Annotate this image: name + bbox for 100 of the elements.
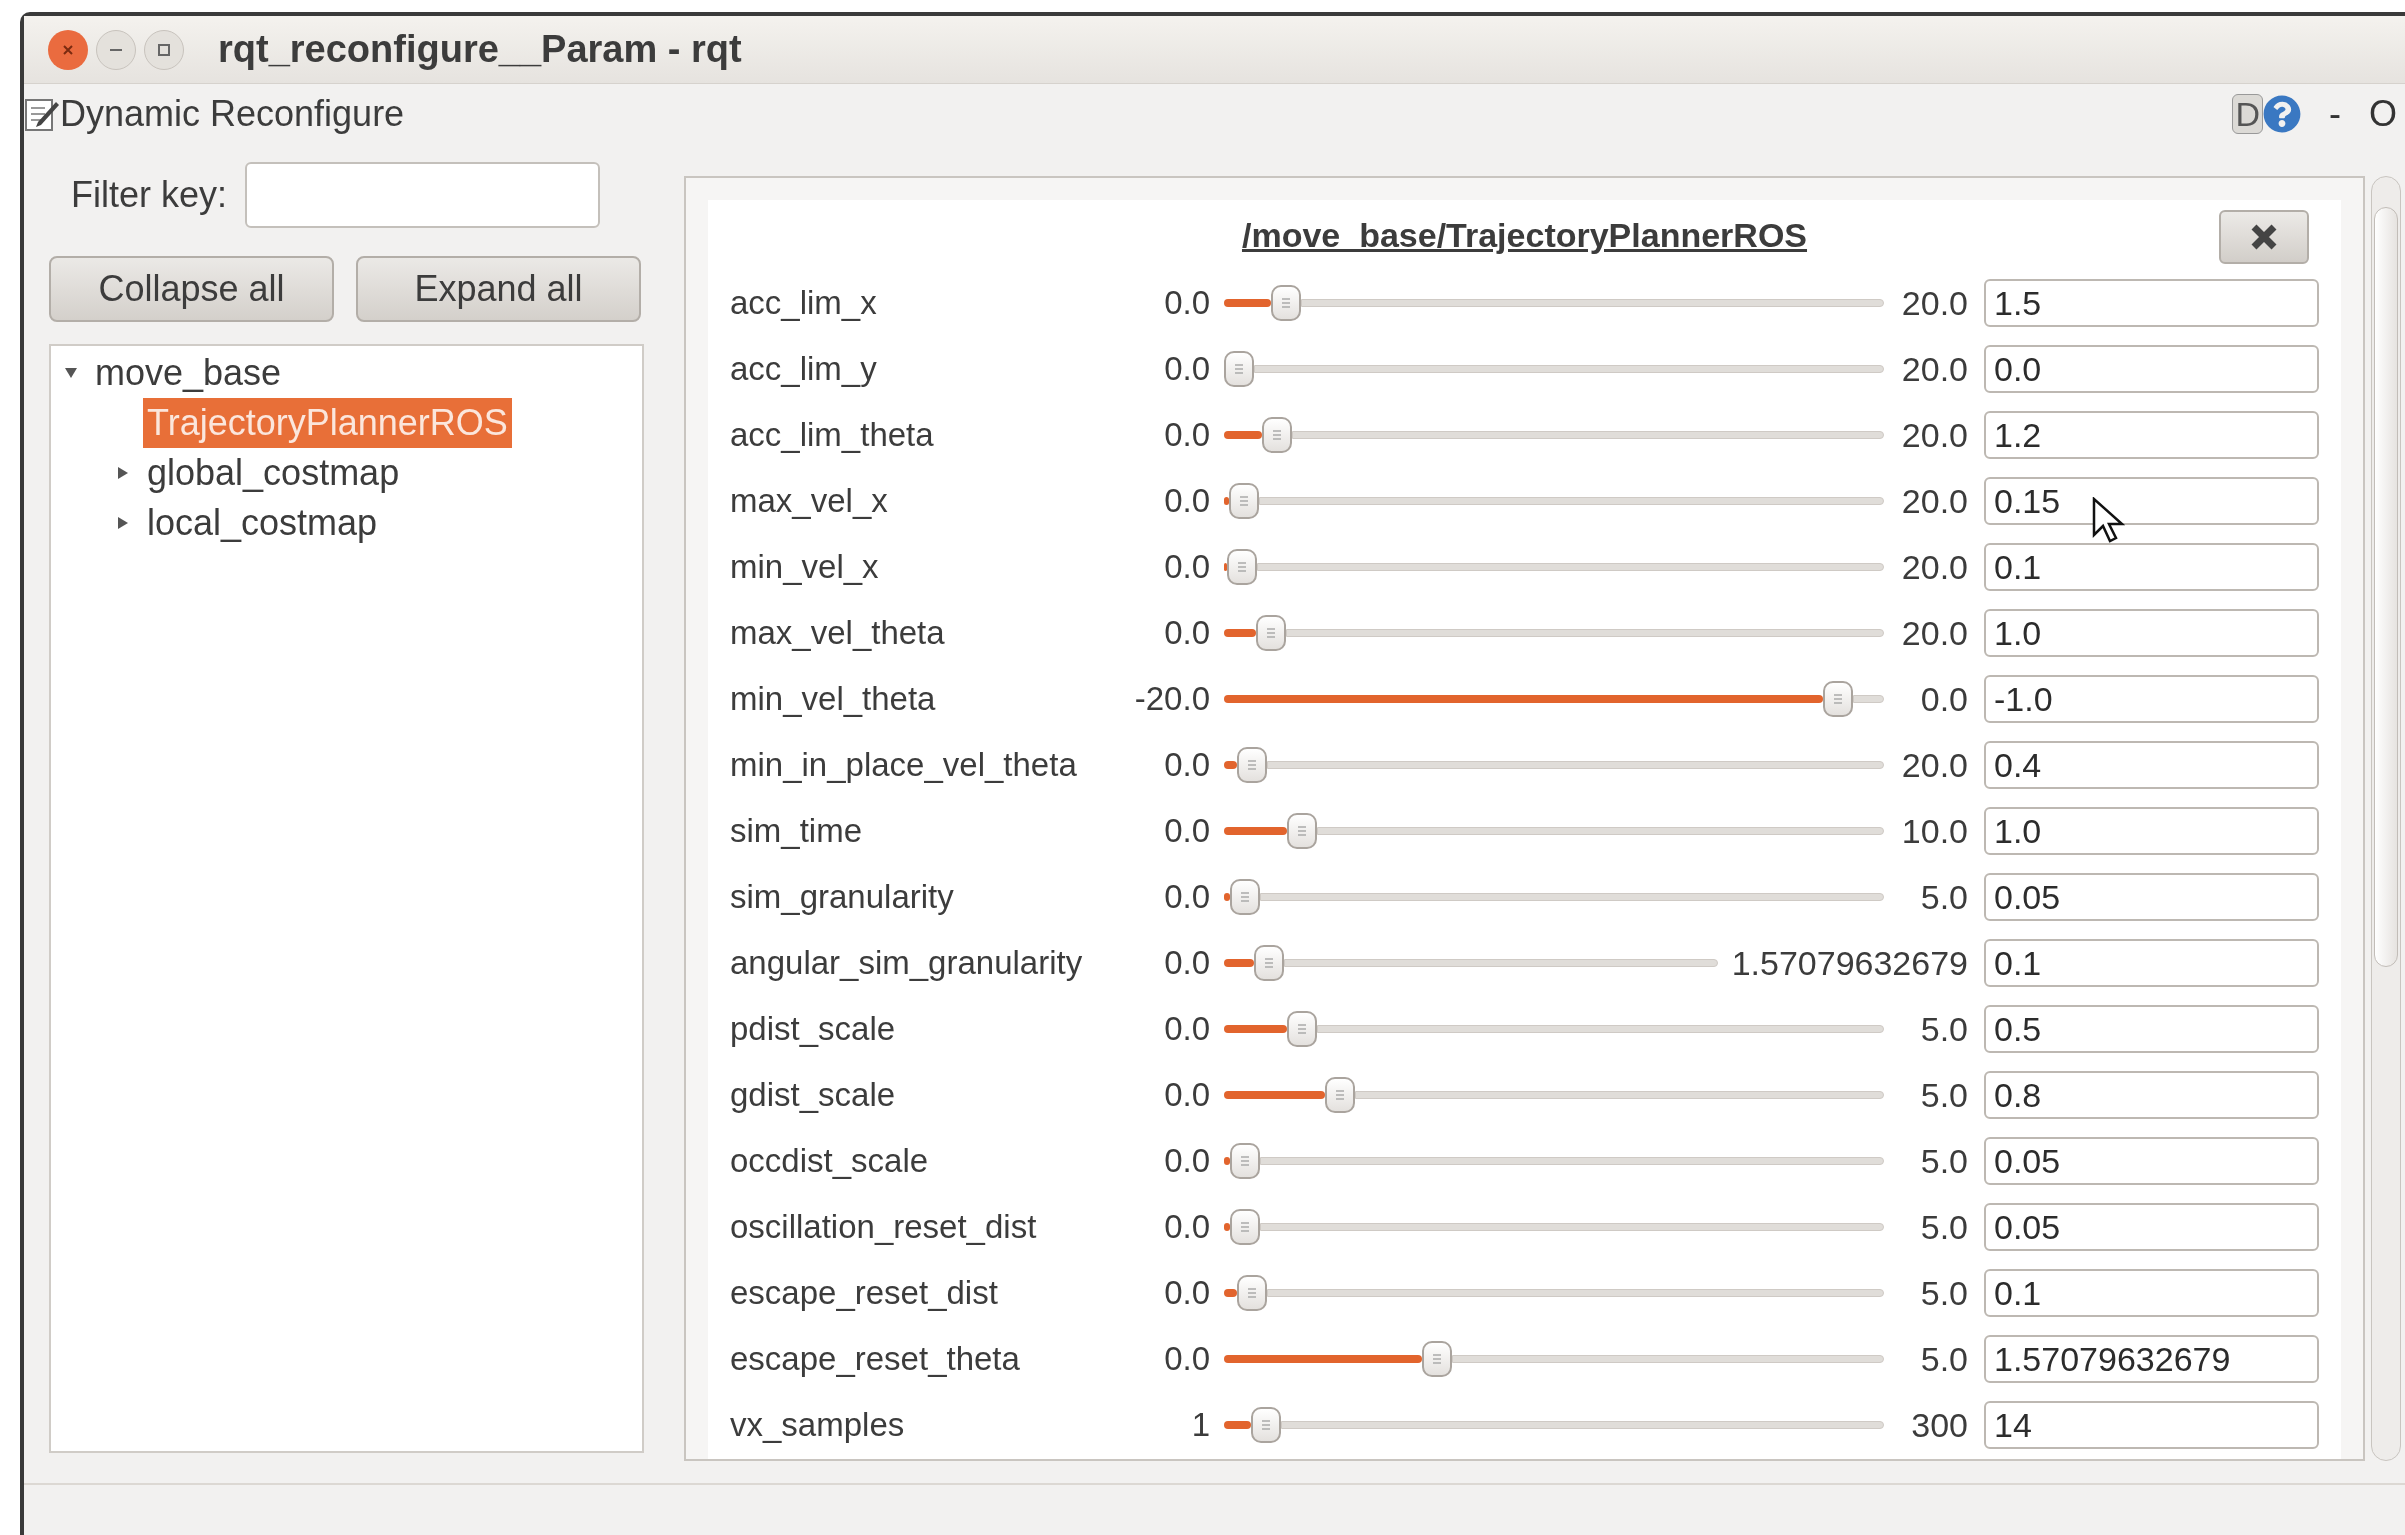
value-input[interactable]: 1.0 — [1984, 609, 2319, 657]
slider[interactable] — [1224, 547, 1884, 587]
slider-handle[interactable] — [1271, 285, 1302, 321]
value-input[interactable]: 0.1 — [1984, 939, 2319, 987]
parameter-name: acc_lim_x — [730, 283, 877, 324]
value-input[interactable]: 0.1 — [1984, 543, 2319, 591]
slider-handle[interactable] — [1230, 1143, 1261, 1179]
value-input[interactable]: 0.05 — [1984, 1203, 2319, 1251]
value-input[interactable]: 1.0 — [1984, 807, 2319, 855]
value-input[interactable]: 14 — [1984, 1401, 2319, 1449]
float-plugin-button[interactable]: O — [2369, 87, 2397, 141]
value-input[interactable]: 0.15 — [1984, 477, 2319, 525]
max-value: 0.0 — [1919, 678, 1968, 720]
slider[interactable] — [1224, 1339, 1884, 1379]
tree-item[interactable]: local_costmap — [143, 498, 382, 548]
parameter-name: angular_sim_granularity — [730, 943, 1083, 984]
group-title[interactable]: /move_base/TrajectoryPlannerROS — [1241, 209, 1807, 261]
value-input[interactable]: 0.0 — [1984, 345, 2319, 393]
value-input[interactable]: -1.0 — [1984, 675, 2319, 723]
parameter-name: sim_time — [730, 811, 863, 852]
slider-fill — [1224, 497, 1229, 505]
slider-handle[interactable] — [1822, 681, 1853, 717]
slider-fill — [1224, 299, 1272, 307]
slider-handle[interactable] — [1230, 1209, 1261, 1245]
value-input[interactable]: 1.57079632679 — [1984, 1335, 2319, 1383]
value-input[interactable]: 0.4 — [1984, 741, 2319, 789]
close-icon — [2249, 222, 2279, 252]
max-value: 5.0 — [1919, 1008, 1968, 1050]
slider-fill — [1224, 563, 1228, 571]
filter-label: Filter key: — [71, 173, 228, 217]
slider[interactable] — [1224, 1075, 1884, 1115]
max-value: 20.0 — [1900, 348, 1968, 390]
max-value: 10.0 — [1900, 810, 1968, 852]
expand-all-button[interactable]: Expand all — [356, 256, 641, 322]
tree-item[interactable]: move_base — [91, 348, 286, 398]
slider-handle[interactable] — [1224, 351, 1254, 387]
slider[interactable] — [1224, 1405, 1884, 1445]
value-input[interactable]: 1.2 — [1984, 411, 2319, 459]
slider-handle[interactable] — [1251, 1407, 1282, 1443]
max-value: 20.0 — [1900, 414, 1968, 456]
slider[interactable] — [1224, 481, 1884, 521]
grip-icon — [1246, 1287, 1257, 1299]
value-input[interactable]: 0.05 — [1984, 1137, 2319, 1185]
slider[interactable] — [1224, 745, 1884, 785]
minimize-icon[interactable] — [96, 29, 136, 70]
min-value: 0.0 — [1163, 415, 1210, 456]
close-icon[interactable] — [48, 29, 88, 70]
slider[interactable] — [1224, 613, 1884, 653]
slider[interactable] — [1224, 1273, 1884, 1313]
slider[interactable] — [1224, 877, 1884, 917]
value-input[interactable]: 0.1 — [1984, 1269, 2319, 1317]
slider[interactable] — [1224, 1141, 1884, 1181]
min-value: 0.0 — [1163, 1339, 1210, 1380]
max-value: 20.0 — [1900, 282, 1968, 324]
grip-icon — [1832, 693, 1843, 705]
min-value: 0.0 — [1163, 1009, 1210, 1050]
parameter-name: acc_lim_y — [730, 349, 877, 390]
min-value: 0.0 — [1163, 547, 1210, 588]
slider-handle[interactable] — [1253, 945, 1284, 981]
slider-handle[interactable] — [1261, 417, 1292, 453]
slider[interactable] — [1224, 283, 1884, 323]
slider-handle[interactable] — [1236, 747, 1267, 783]
slider-handle[interactable] — [1228, 483, 1259, 519]
help-icon[interactable] — [2263, 95, 2301, 133]
minimize-plugin-button[interactable]: - — [2329, 87, 2341, 141]
min-value: 0.0 — [1163, 1141, 1210, 1182]
max-value: 5.0 — [1919, 876, 1968, 918]
parameter-name: max_vel_x — [730, 481, 888, 522]
slider[interactable] — [1224, 811, 1884, 851]
value-input[interactable]: 1.5 — [1984, 279, 2319, 327]
slider-handle[interactable] — [1287, 813, 1317, 849]
slider-handle[interactable] — [1227, 549, 1258, 585]
slider[interactable] — [1224, 1207, 1884, 1247]
parameter-name: max_vel_theta — [730, 613, 945, 654]
scrollbar-thumb[interactable] — [2374, 207, 2398, 967]
slider[interactable] — [1224, 679, 1884, 719]
maximize-icon[interactable] — [144, 29, 184, 70]
close-button[interactable] — [2219, 210, 2309, 264]
slider-handle[interactable] — [1230, 879, 1261, 915]
slider[interactable] — [1224, 415, 1884, 455]
parameter-name: min_vel_x — [730, 547, 879, 588]
slider[interactable] — [1224, 349, 1884, 389]
slider-handle[interactable] — [1255, 615, 1286, 651]
slider-handle[interactable] — [1324, 1077, 1355, 1113]
slider-handle[interactable] — [1287, 1011, 1317, 1047]
debug-button[interactable]: D — [2232, 94, 2263, 134]
value-input[interactable]: 0.05 — [1984, 873, 2319, 921]
parameter-name: sim_granularity — [730, 877, 954, 918]
slider[interactable] — [1224, 943, 1718, 983]
scrollbar[interactable] — [2371, 176, 2401, 1461]
tree-item[interactable]: global_costmap — [143, 448, 404, 498]
filter-input[interactable] — [245, 162, 601, 228]
collapse-all-button[interactable]: Collapse all — [49, 256, 334, 322]
value-input[interactable]: 0.5 — [1984, 1005, 2319, 1053]
slider[interactable] — [1224, 1009, 1884, 1049]
max-value: 5.0 — [1919, 1074, 1968, 1116]
value-input[interactable]: 0.8 — [1984, 1071, 2319, 1119]
slider-fill — [1224, 1157, 1231, 1165]
slider-handle[interactable] — [1236, 1275, 1267, 1311]
slider-handle[interactable] — [1421, 1341, 1452, 1377]
